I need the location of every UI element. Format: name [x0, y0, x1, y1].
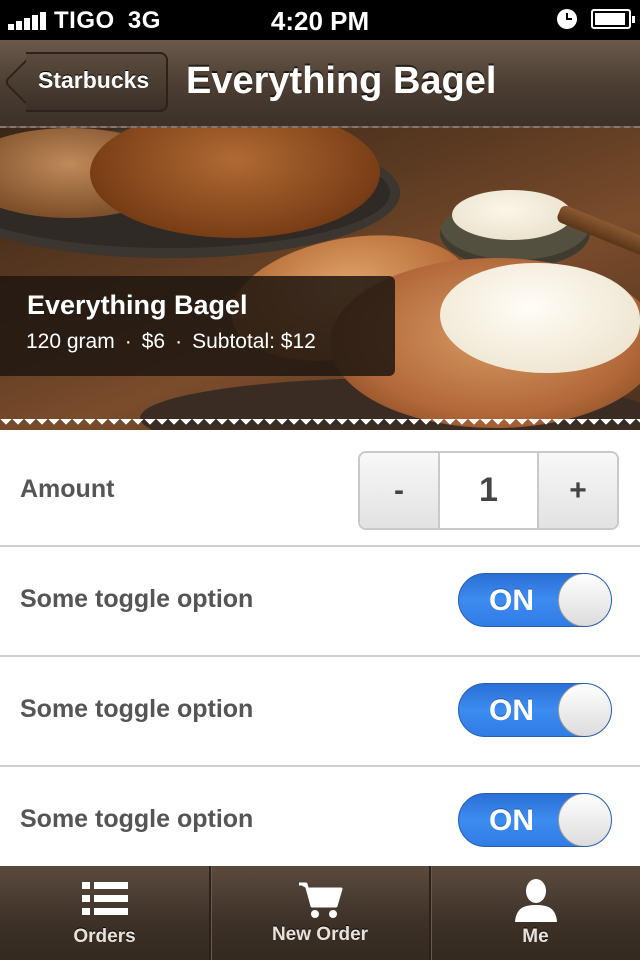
- toggle-option-label: Some toggle option: [20, 695, 254, 723]
- back-button-label: Starbucks: [38, 67, 150, 93]
- product-image: Everything Bagel 120 gram · $6 · Subtota…: [0, 128, 640, 430]
- toggle-state: ON: [489, 804, 534, 837]
- toggle-row: Some toggle option ON: [0, 767, 640, 867]
- toggle-option-label: Some toggle option: [20, 585, 254, 613]
- meta-separator: ·: [124, 330, 132, 353]
- toggle-row: Some toggle option ON: [0, 657, 640, 767]
- tab-label: Me: [522, 926, 549, 947]
- tab-label: New Order: [271, 924, 369, 945]
- product-subtotal: Subtotal: $12: [192, 330, 316, 353]
- tab-bar: Orders New Order Me: [0, 866, 640, 960]
- toggle-knob: [558, 794, 611, 846]
- product-name: Everything Bagel: [27, 290, 248, 320]
- toggle-switch[interactable]: ON: [458, 573, 612, 627]
- navigation-bar: Starbucks Everything Bagel: [0, 40, 640, 128]
- tab-orders[interactable]: Orders: [0, 866, 209, 960]
- toggle-knob: [558, 574, 611, 626]
- alarm-icon: [557, 9, 577, 29]
- product-meta: 120 gram · $6 · Subtotal: $12: [26, 330, 316, 354]
- zigzag-divider: [0, 419, 640, 433]
- tab-me[interactable]: Me: [431, 866, 640, 960]
- toggle-row: Some toggle option ON: [0, 547, 640, 657]
- battery-level: [595, 13, 625, 25]
- amount-row: Amount - 1 +: [0, 433, 640, 547]
- toggle-switch[interactable]: ON: [458, 683, 612, 737]
- status-bar: TIGO 3G 4:20 PM: [0, 0, 640, 40]
- quantity-stepper: - 1 +: [358, 451, 619, 530]
- toggle-option-label: Some toggle option: [20, 805, 254, 833]
- toggle-knob: [558, 684, 611, 736]
- quantity-value: 1: [479, 471, 498, 509]
- battery-icon: [591, 9, 635, 29]
- tab-new-order[interactable]: New Order: [211, 866, 429, 960]
- meta-separator: ·: [175, 330, 183, 353]
- product-caption: Everything Bagel 120 gram · $6 · Subtota…: [0, 276, 395, 376]
- decrement-button[interactable]: -: [360, 453, 440, 528]
- toggle-state: ON: [489, 694, 534, 727]
- increment-button[interactable]: +: [537, 453, 617, 528]
- user-icon: [514, 879, 557, 922]
- cart-icon: [299, 882, 343, 918]
- back-button[interactable]: Starbucks: [3, 52, 168, 112]
- page-title: Everything Bagel: [186, 60, 497, 102]
- product-weight: 120 gram: [26, 330, 115, 353]
- toggle-state: ON: [489, 584, 534, 617]
- tab-label: Orders: [73, 926, 136, 947]
- toggle-switch[interactable]: ON: [458, 793, 612, 847]
- amount-label: Amount: [20, 475, 115, 503]
- status-time: 4:20 PM: [270, 6, 370, 36]
- list-icon: [81, 882, 128, 916]
- product-price: $6: [141, 330, 166, 353]
